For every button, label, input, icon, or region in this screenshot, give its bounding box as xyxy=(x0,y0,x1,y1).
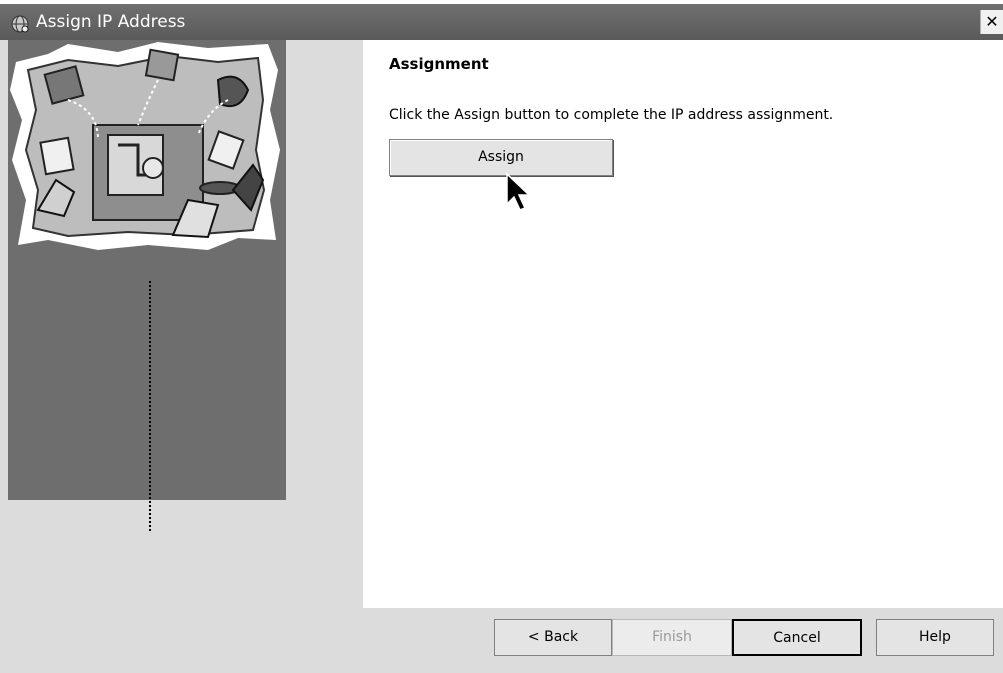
wizard-illustration-pane xyxy=(8,40,286,531)
mouse-pointer-icon xyxy=(506,172,531,211)
left-margin xyxy=(0,40,8,673)
assign-ip-dialog: Assign IP Address ✕ Assignment Click the… xyxy=(0,0,1003,673)
back-button[interactable]: < Back xyxy=(494,619,612,656)
close-button[interactable]: ✕ xyxy=(980,10,1003,34)
window-title: Assign IP Address xyxy=(36,12,186,32)
instructions-text: Click the Assign button to complete the … xyxy=(389,107,834,123)
dotted-divider-line xyxy=(149,281,151,531)
assign-button[interactable]: Assign xyxy=(389,139,613,176)
page-heading: Assignment xyxy=(389,55,489,73)
help-button[interactable]: Help xyxy=(876,619,994,656)
wizard-illustration xyxy=(10,42,280,250)
network-globe-icon xyxy=(11,15,29,33)
cancel-button[interactable]: Cancel xyxy=(732,619,862,656)
close-icon: ✕ xyxy=(985,12,999,31)
finish-button[interactable]: Finish xyxy=(612,619,732,656)
content-panel: Assignment Click the Assign button to co… xyxy=(363,40,1003,608)
title-bar[interactable]: Assign IP Address ✕ xyxy=(0,4,1003,40)
